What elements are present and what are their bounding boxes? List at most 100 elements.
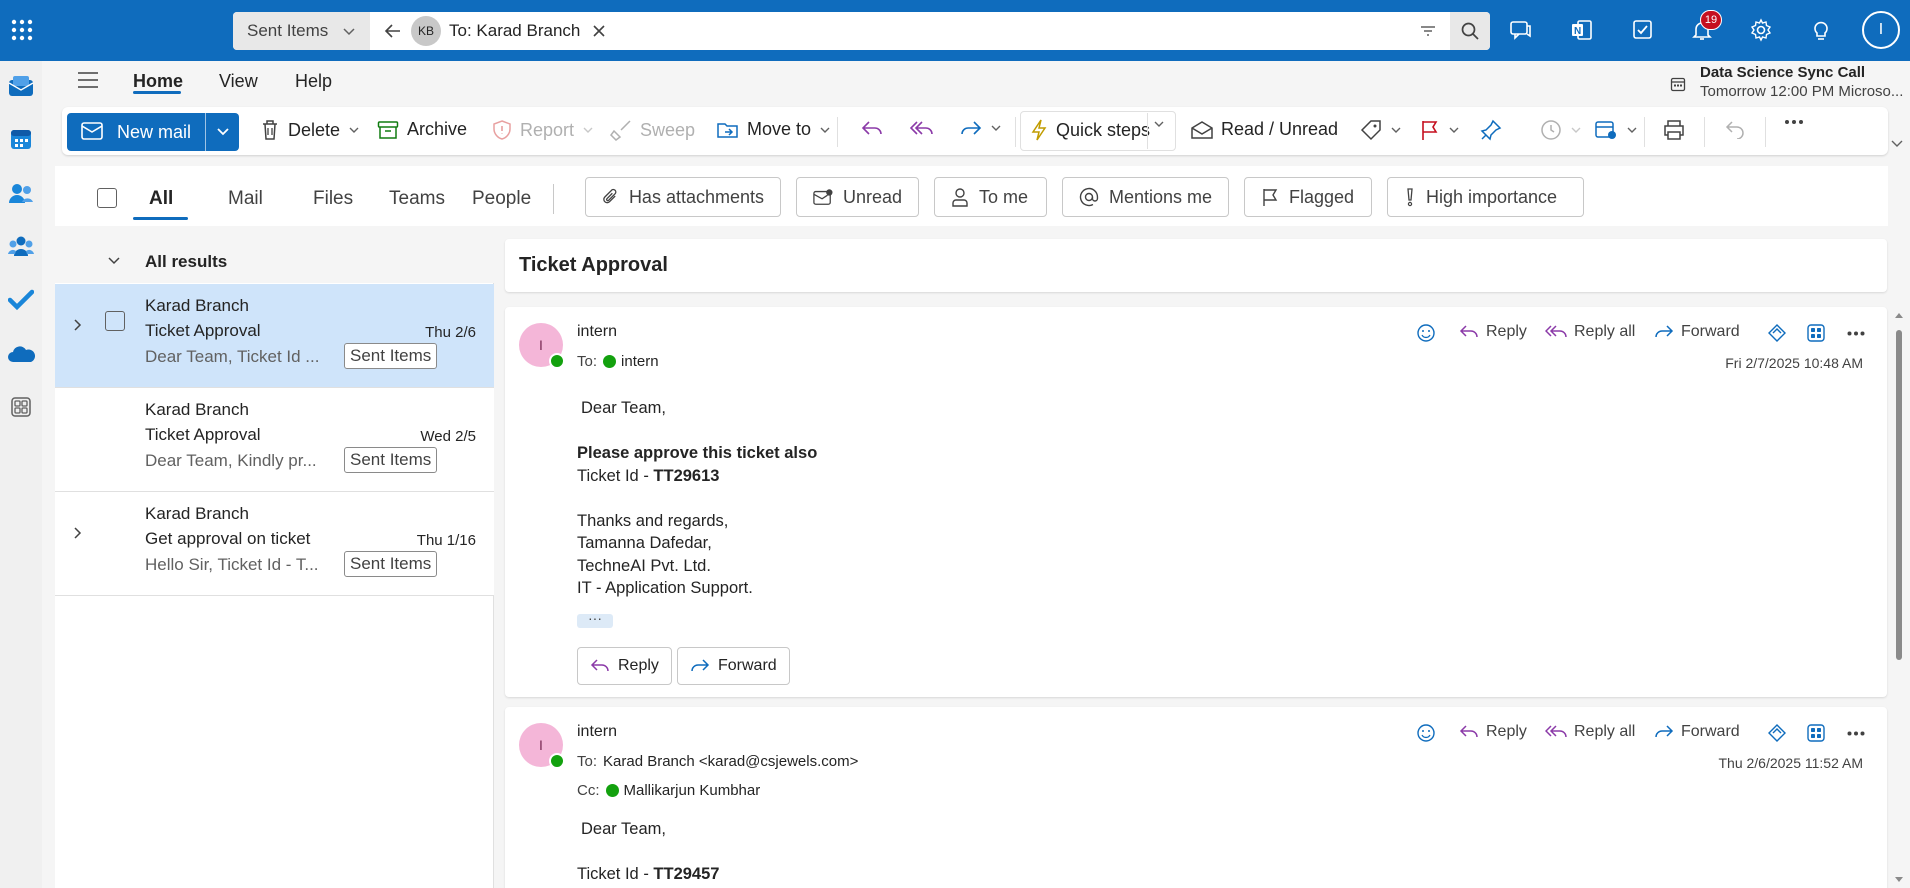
tab-all[interactable]: All: [149, 188, 173, 210]
reply-button[interactable]: Reply: [1459, 723, 1527, 741]
back-arrow-icon[interactable]: [383, 21, 403, 41]
tab-home[interactable]: Home: [133, 71, 183, 92]
pin-icon[interactable]: [1480, 119, 1502, 141]
reply-icon[interactable]: [861, 119, 883, 137]
select-all-checkbox[interactable]: [97, 188, 117, 208]
scroll-up-icon[interactable]: [1894, 311, 1904, 319]
search-button[interactable]: [1450, 12, 1490, 50]
apps-icon[interactable]: [1806, 723, 1826, 743]
emoji-reaction-icon[interactable]: [1416, 723, 1436, 743]
tab-files[interactable]: Files: [313, 188, 353, 210]
forward-button[interactable]: Forward: [677, 647, 790, 685]
emoji-reaction-icon[interactable]: [1416, 323, 1436, 343]
move-to-button[interactable]: Move to: [717, 119, 831, 140]
reply-all-button[interactable]: Reply all: [1545, 723, 1635, 741]
chevron-down-icon[interactable]: [1448, 125, 1460, 135]
tag-icon[interactable]: [1360, 119, 1402, 141]
filter-icon[interactable]: [1419, 23, 1437, 39]
tab-people[interactable]: People: [472, 188, 531, 210]
message-card[interactable]: I intern To: Karad Branch <karad@csjewel…: [505, 707, 1887, 888]
snooze-icon[interactable]: [1540, 119, 1582, 141]
scroll-down-icon[interactable]: [1894, 876, 1904, 884]
teams-chat-icon[interactable]: [1505, 14, 1537, 46]
lightbulb-icon[interactable]: [1805, 14, 1837, 46]
search-box[interactable]: Sent Items KB To: Karad Branch: [233, 12, 1490, 50]
mentions-me-filter[interactable]: Mentions me: [1062, 177, 1229, 217]
delete-button[interactable]: Delete: [260, 119, 360, 141]
groups-app-icon[interactable]: [7, 232, 35, 260]
unread-filter[interactable]: Unread: [796, 177, 919, 217]
onedrive-app-icon[interactable]: [7, 340, 35, 368]
mail-app-icon[interactable]: [7, 72, 35, 100]
to-me-filter[interactable]: To me: [934, 177, 1047, 217]
hamburger-menu-icon[interactable]: [77, 71, 99, 89]
reply-button[interactable]: Reply: [577, 647, 672, 685]
chevron-down-icon[interactable]: [107, 256, 121, 266]
list-item[interactable]: Karad Branch Ticket Approval Thu 2/6 Dea…: [55, 284, 494, 388]
gear-icon[interactable]: [1745, 14, 1777, 46]
sweep-button[interactable]: Sweep: [610, 119, 695, 141]
message-card[interactable]: I intern To: intern Fri 2/7/2025 10:48 A…: [505, 307, 1887, 697]
reply-all-icon[interactable]: [910, 119, 934, 137]
chevron-down-icon[interactable]: [990, 123, 1002, 133]
has-attachments-filter[interactable]: Has attachments: [585, 177, 781, 217]
sender-name[interactable]: intern: [577, 723, 617, 741]
todo-icon[interactable]: [1627, 14, 1659, 46]
list-item[interactable]: Karad Branch Ticket Approval Wed 2/5 Dea…: [55, 388, 494, 492]
chevron-right-icon[interactable]: [73, 526, 83, 540]
flag-icon[interactable]: [1420, 119, 1460, 141]
report-button[interactable]: Report: [492, 119, 594, 141]
sender-avatar[interactable]: I: [519, 723, 565, 769]
chevron-down-icon[interactable]: [1626, 125, 1638, 135]
app-launcher-icon[interactable]: [8, 14, 36, 46]
chevron-down-icon[interactable]: [1153, 119, 1165, 129]
undo-icon[interactable]: [1725, 119, 1745, 139]
list-item[interactable]: Karad Branch Get approval on ticket Thu …: [55, 492, 494, 596]
print-icon[interactable]: [1663, 119, 1685, 141]
sender-name[interactable]: intern: [577, 323, 617, 341]
folder-tag[interactable]: Sent Items: [344, 447, 438, 473]
chevron-down-icon[interactable]: [215, 125, 231, 139]
high-importance-filter[interactable]: High importance: [1387, 177, 1584, 217]
people-app-icon[interactable]: [7, 179, 35, 207]
folder-tag[interactable]: Sent Items: [344, 343, 438, 369]
tab-view[interactable]: View: [219, 71, 258, 92]
folder-tag[interactable]: Sent Items: [344, 551, 438, 577]
archive-button[interactable]: Archive: [377, 119, 467, 140]
recipient-name[interactable]: Karad Branch <karad@csjewels.com>: [603, 753, 858, 770]
search-filter-chip[interactable]: KB To: Karad Branch: [411, 16, 606, 46]
new-mail-button[interactable]: New mail: [67, 113, 239, 151]
tab-teams[interactable]: Teams: [389, 188, 445, 210]
reading-pane-scrollbar[interactable]: [1896, 330, 1902, 660]
search-scope-dropdown[interactable]: Sent Items: [233, 12, 370, 50]
rules-icon[interactable]: [1594, 119, 1638, 141]
more-options-icon[interactable]: [1847, 331, 1865, 336]
close-icon[interactable]: [592, 24, 606, 38]
chevron-right-icon[interactable]: [73, 318, 83, 332]
reply-all-button[interactable]: Reply all: [1545, 323, 1635, 341]
show-quoted-text-button[interactable]: ···: [577, 611, 613, 628]
forward-button[interactable]: Forward: [1654, 723, 1740, 741]
chevron-down-icon[interactable]: [348, 125, 360, 135]
item-checkbox[interactable]: [105, 311, 125, 331]
cc-name[interactable]: Mallikarjun Kumbhar: [624, 782, 761, 799]
calendar-app-icon[interactable]: [7, 125, 35, 153]
chevron-down-icon[interactable]: [819, 125, 831, 135]
flagged-filter[interactable]: Flagged: [1244, 177, 1372, 217]
more-options-icon[interactable]: [1847, 731, 1865, 736]
tab-mail[interactable]: Mail: [228, 188, 263, 210]
reply-button[interactable]: Reply: [1459, 323, 1527, 341]
onenote-icon[interactable]: N: [1566, 14, 1598, 46]
sender-avatar[interactable]: I: [519, 323, 565, 369]
list-group-header[interactable]: All results: [55, 240, 494, 283]
quick-steps-content[interactable]: Quick steps: [1030, 119, 1150, 141]
loop-component-icon[interactable]: [1767, 723, 1787, 743]
recipient-name[interactable]: intern: [621, 353, 659, 370]
more-options-icon[interactable]: [1784, 119, 1804, 125]
forward-icon[interactable]: [960, 119, 1002, 137]
tab-help[interactable]: Help: [295, 71, 332, 92]
chevron-down-icon[interactable]: [1390, 125, 1402, 135]
expand-ribbon-icon[interactable]: [1890, 138, 1904, 148]
more-apps-icon[interactable]: [7, 393, 35, 421]
apps-icon[interactable]: [1806, 323, 1826, 343]
